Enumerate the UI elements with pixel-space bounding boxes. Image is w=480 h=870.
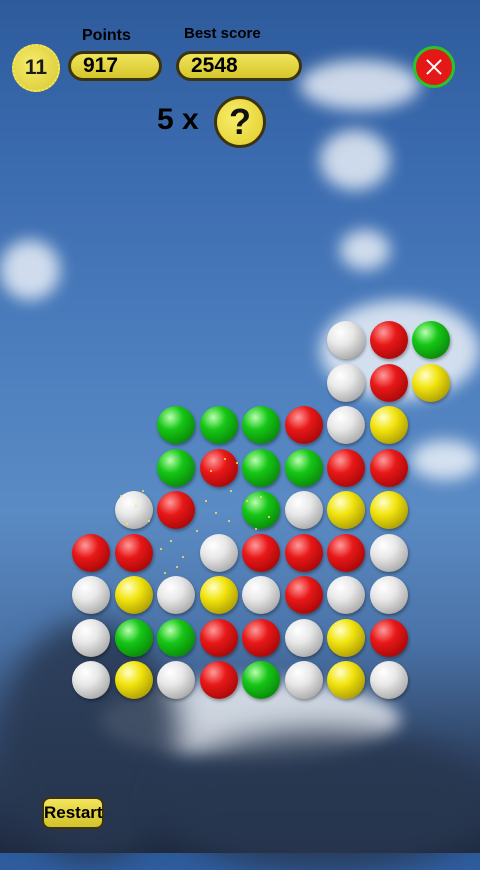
sparkle: [135, 505, 137, 507]
white-ball[interactable]: [72, 618, 110, 657]
red-ball[interactable]: [369, 321, 408, 359]
red-ball[interactable]: [284, 576, 323, 614]
sparkle: [228, 520, 230, 522]
white-ball[interactable]: [369, 576, 408, 614]
sparkle: [236, 462, 238, 464]
white-ball[interactable]: [369, 661, 408, 699]
green-ball[interactable]: [199, 406, 238, 444]
sparkle: [215, 512, 217, 514]
yellow-ball[interactable]: [327, 661, 365, 699]
yellow-ball[interactable]: [114, 661, 153, 699]
green-ball[interactable]: [242, 406, 280, 444]
white-ball[interactable]: [284, 491, 323, 529]
red-ball[interactable]: [327, 533, 365, 572]
green-ball[interactable]: [157, 406, 195, 444]
white-ball[interactable]: [242, 576, 280, 614]
red-ball[interactable]: [327, 448, 365, 487]
sparkle: [160, 548, 162, 550]
green-ball[interactable]: [284, 448, 323, 487]
green-ball[interactable]: [242, 661, 280, 699]
red-ball[interactable]: [369, 618, 408, 657]
red-ball[interactable]: [199, 448, 238, 487]
sparkle: [268, 516, 270, 518]
sparkle: [224, 458, 226, 460]
white-ball[interactable]: [72, 576, 110, 614]
red-ball[interactable]: [284, 406, 323, 444]
green-ball[interactable]: [157, 448, 195, 487]
sparkle: [170, 540, 172, 542]
sparkle: [142, 490, 144, 492]
white-ball[interactable]: [157, 661, 195, 699]
green-ball[interactable]: [157, 618, 195, 657]
red-ball[interactable]: [157, 491, 195, 529]
red-ball[interactable]: [284, 533, 323, 572]
green-ball[interactable]: [412, 321, 450, 359]
yellow-ball[interactable]: [369, 406, 408, 444]
sparkle: [230, 490, 232, 492]
red-ball[interactable]: [199, 618, 238, 657]
restart-button[interactable]: Restart: [42, 797, 104, 829]
sparkle: [255, 528, 257, 530]
red-ball[interactable]: [369, 448, 408, 487]
sparkle: [120, 495, 122, 497]
sparkle: [126, 523, 128, 525]
red-ball[interactable]: [199, 661, 238, 699]
sparkle: [205, 500, 207, 502]
yellow-ball[interactable]: [412, 363, 450, 402]
red-ball[interactable]: [242, 618, 280, 657]
white-ball[interactable]: [327, 576, 365, 614]
white-ball[interactable]: [327, 363, 365, 402]
sparkle: [246, 500, 248, 502]
yellow-ball[interactable]: [327, 491, 365, 529]
yellow-ball[interactable]: [114, 576, 153, 614]
white-ball[interactable]: [369, 533, 408, 572]
game-board[interactable]: [0, 0, 480, 853]
red-ball[interactable]: [72, 533, 110, 572]
sparkle: [164, 572, 166, 574]
yellow-ball[interactable]: [369, 491, 408, 529]
green-ball[interactable]: [242, 448, 280, 487]
sparkle: [176, 566, 178, 568]
sparkle: [260, 496, 262, 498]
yellow-ball[interactable]: [327, 618, 365, 657]
white-ball[interactable]: [157, 576, 195, 614]
green-ball[interactable]: [114, 618, 153, 657]
white-ball[interactable]: [72, 661, 110, 699]
red-ball[interactable]: [369, 363, 408, 402]
yellow-ball[interactable]: [199, 576, 238, 614]
white-ball[interactable]: [199, 533, 238, 572]
red-ball[interactable]: [242, 533, 280, 572]
sparkle: [210, 470, 212, 472]
sparkle: [182, 556, 184, 558]
red-ball[interactable]: [114, 533, 153, 572]
sparkle: [148, 520, 150, 522]
sparkle: [196, 530, 198, 532]
white-ball[interactable]: [327, 321, 365, 359]
white-ball[interactable]: [284, 661, 323, 699]
white-ball[interactable]: [327, 406, 365, 444]
white-ball[interactable]: [284, 618, 323, 657]
